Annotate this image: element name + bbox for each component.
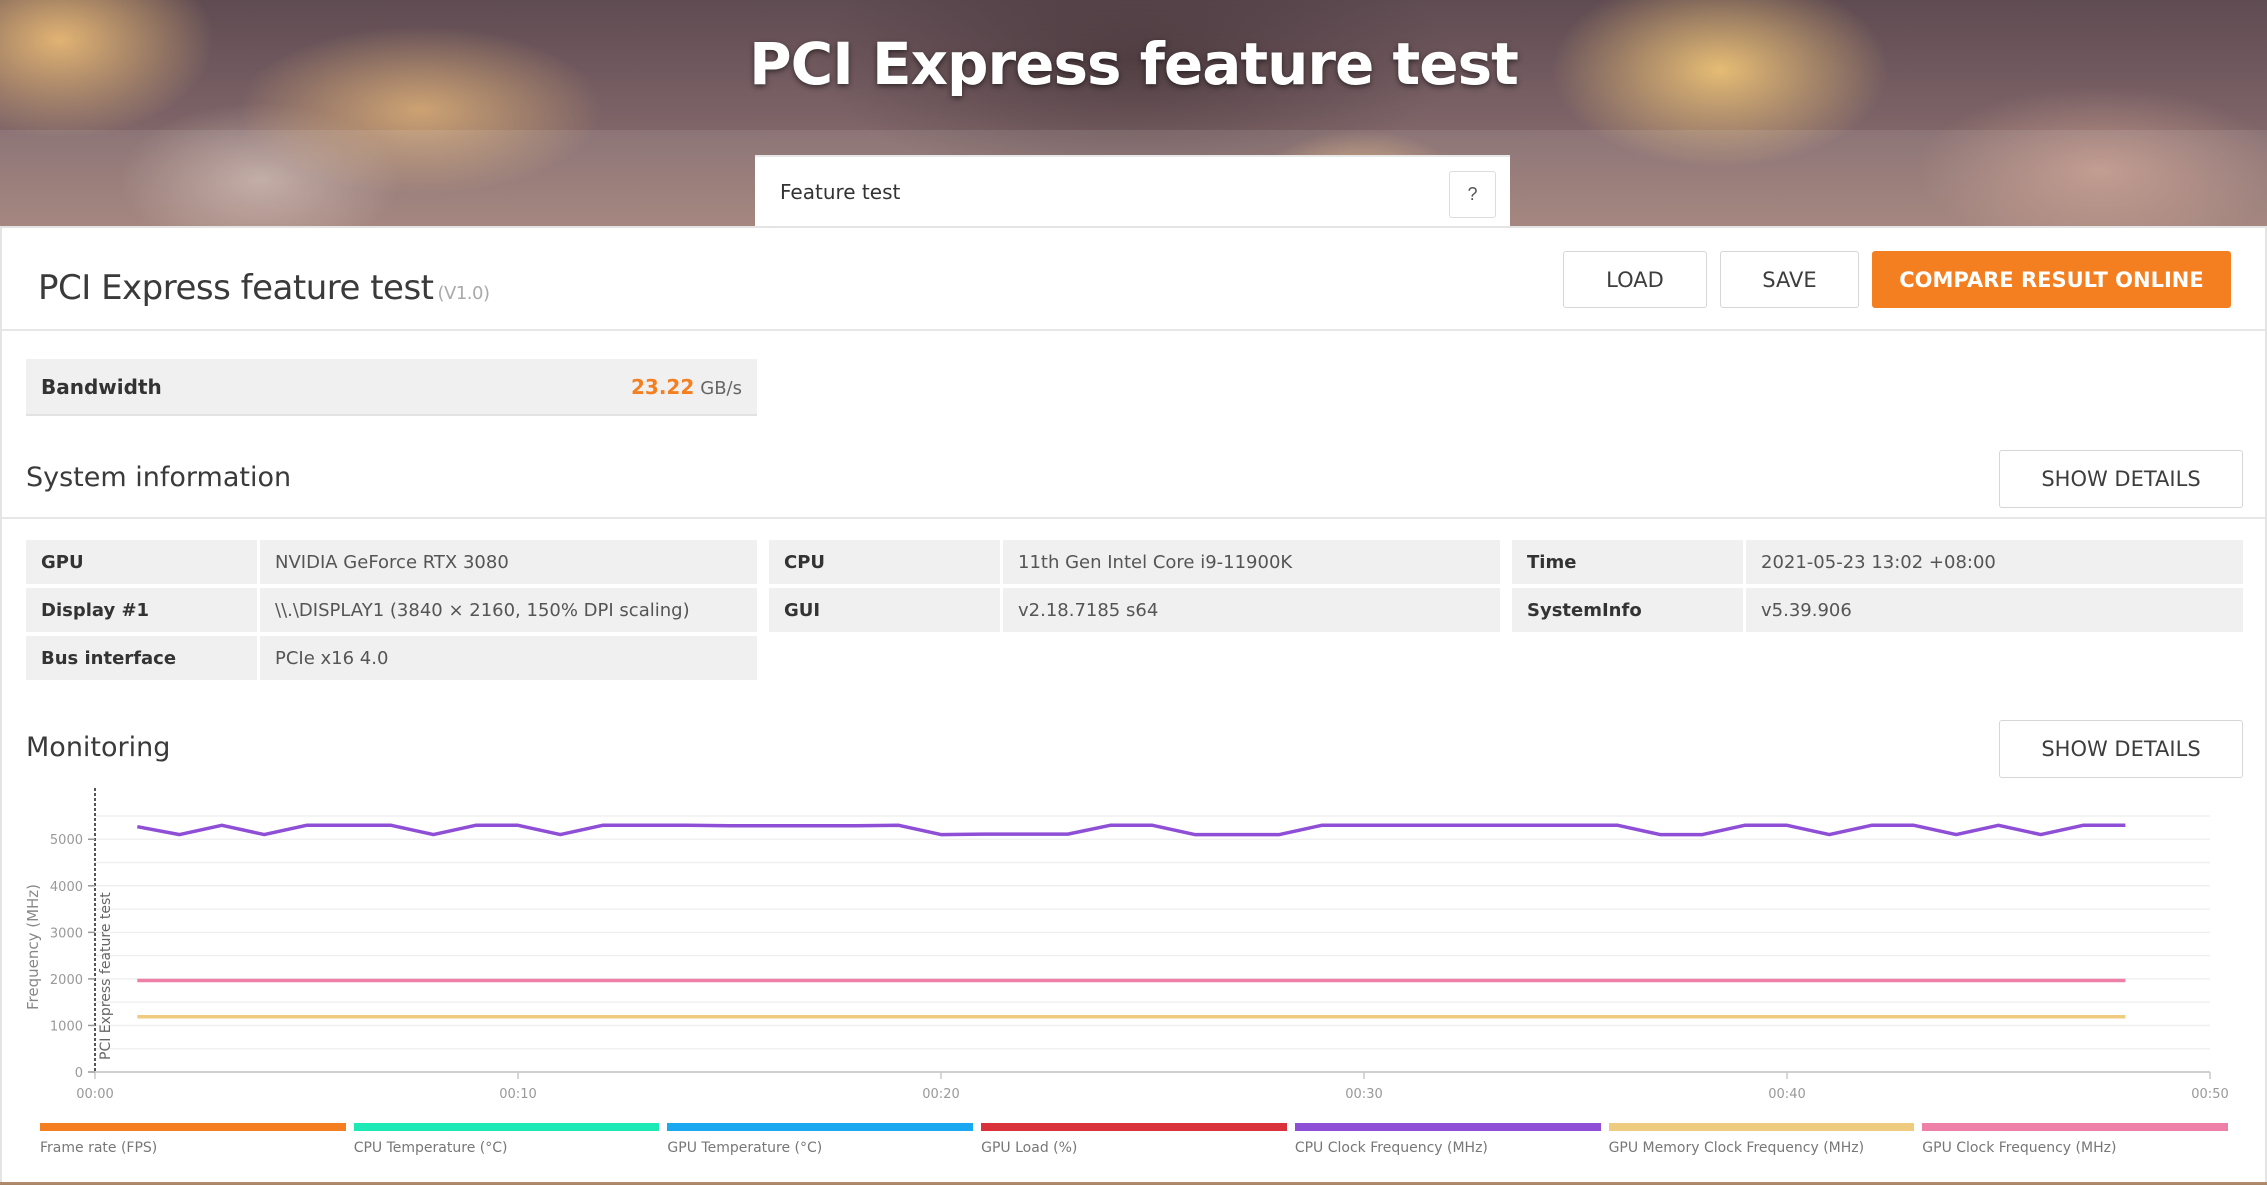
series-line-cpu-clock-frequency-mhz	[136, 823, 2126, 837]
y-axis-label: Frequency (MHz)	[24, 884, 42, 1010]
x-tick-label: 00:20	[922, 1087, 959, 1102]
legend-label-frame-rate-fps[interactable]: Frame rate (FPS)	[40, 1140, 157, 1156]
x-tick-label: 00:40	[1768, 1087, 1805, 1102]
y-tick-label: 5000	[50, 833, 83, 848]
result-version: (V1.0)	[437, 283, 490, 304]
legend-label-cpu-temperature-c[interactable]: CPU Temperature (°C)	[354, 1140, 508, 1156]
legend-swatch-gpu-memory-clock-frequency-mhz[interactable]	[1608, 1123, 1915, 1131]
bandwidth-row: Bandwidth 23.22 GB/s	[26, 359, 757, 416]
y-tick-label: 0	[75, 1066, 83, 1081]
y-tick-label: 2000	[50, 973, 83, 988]
load-button[interactable]: LOAD	[1563, 251, 1707, 308]
monitoring-show-details-button[interactable]: SHOW DETAILS	[1999, 720, 2243, 778]
info-value-display: \\.\DISPLAY1 (3840 × 2160, 150% DPI scal…	[260, 588, 757, 632]
info-value-gpu: NVIDIA GeForce RTX 3080	[260, 540, 757, 584]
info-label-systeminfo: SystemInfo	[1512, 588, 1743, 632]
legend-label-gpu-clock-frequency-mhz[interactable]: GPU Clock Frequency (MHz)	[1922, 1140, 2116, 1156]
info-label-bus-interface: Bus interface	[26, 636, 257, 680]
header-banner: PCI Express feature test Feature test ?	[0, 0, 2267, 226]
divider	[2, 329, 2265, 331]
system-information-title: System information	[26, 462, 292, 493]
legend-swatch-frame-rate-fps[interactable]	[40, 1123, 346, 1131]
x-tick-label: 00:30	[1345, 1087, 1382, 1102]
bandwidth-label: Bandwidth	[41, 374, 162, 399]
bandwidth-result: 23.22 GB/s	[631, 375, 742, 399]
test-marker-label: PCI Express feature test	[98, 892, 114, 1060]
monitoring-chart: 00:00 00:10 00:20 00:30 00:40 00:50 0 1000 2000 3…	[2, 788, 2267, 1185]
tab-label: Feature test	[780, 179, 901, 204]
x-tick-label: 00:10	[499, 1087, 536, 1102]
info-label-time: Time	[1512, 540, 1743, 584]
y-tick-label: 3000	[50, 926, 83, 941]
info-value-time: 2021-05-23 13:02 +08:00	[1746, 540, 2243, 584]
info-label-gpu: GPU	[26, 540, 257, 584]
result-title: PCI Express feature test (V1.0)	[38, 268, 490, 308]
bandwidth-value: 23.22	[630, 374, 695, 399]
info-label-display: Display #1	[26, 588, 257, 632]
info-value-systeminfo: v5.39.906	[1746, 588, 2243, 632]
info-label-gui: GUI	[769, 588, 1000, 632]
monitoring-title: Monitoring	[26, 732, 171, 763]
legend-swatch-gpu-load[interactable]	[981, 1123, 1287, 1131]
save-button[interactable]: SAVE	[1720, 251, 1859, 308]
help-button[interactable]: ?	[1449, 171, 1496, 218]
result-title-text: PCI Express feature test	[38, 268, 434, 308]
x-tick-label: 00:00	[76, 1087, 113, 1102]
tab-feature-test[interactable]: Feature test ?	[755, 155, 1510, 226]
x-tick-label: 00:50	[2191, 1087, 2228, 1102]
legend-swatch-gpu-temperature-c[interactable]	[667, 1123, 974, 1131]
page-title: PCI Express feature test	[749, 30, 1519, 98]
legend-label-gpu-load[interactable]: GPU Load (%)	[981, 1140, 1077, 1156]
system-info-show-details-button[interactable]: SHOW DETAILS	[1999, 450, 2243, 508]
info-label-cpu: CPU	[769, 540, 1000, 584]
info-value-cpu: 11th Gen Intel Core i9-11900K	[1003, 540, 1500, 584]
divider	[2, 517, 2265, 519]
legend-swatch-cpu-clock-frequency-mhz[interactable]	[1294, 1123, 1601, 1131]
legend-label-gpu-memory-clock-frequency-mhz[interactable]: GPU Memory Clock Frequency (MHz)	[1609, 1140, 1865, 1156]
info-value-gui: v2.18.7185 s64	[1003, 588, 1500, 632]
y-tick-label: 4000	[50, 880, 83, 895]
y-tick-label: 1000	[50, 1019, 83, 1034]
info-value-bus-interface: PCIe x16 4.0	[260, 636, 757, 680]
result-panel: PCI Express feature test (V1.0) LOAD SAVE…	[0, 226, 2267, 1182]
compare-result-online-button[interactable]: COMPARE RESULT ONLINE	[1872, 251, 2231, 308]
bandwidth-unit: GB/s	[700, 377, 742, 399]
legend-label-cpu-clock-frequency-mhz[interactable]: CPU Clock Frequency (MHz)	[1295, 1140, 1488, 1156]
legend-swatch-gpu-clock-frequency-mhz[interactable]	[1922, 1123, 2228, 1131]
legend-swatch-cpu-temperature-c[interactable]	[353, 1123, 660, 1131]
legend-label-gpu-temperature-c[interactable]: GPU Temperature (°C)	[667, 1140, 822, 1156]
